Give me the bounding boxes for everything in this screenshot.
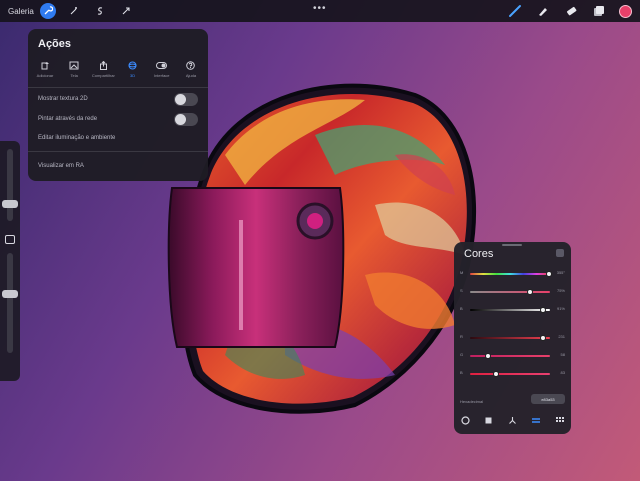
brush-size-handle[interactable]	[2, 200, 18, 208]
slider-track[interactable]	[470, 291, 550, 293]
selection-s-icon[interactable]	[92, 3, 108, 19]
paint-brush-icon[interactable]	[507, 3, 523, 19]
adjustments-wand-icon[interactable]	[66, 3, 82, 19]
slider-thumb[interactable]	[485, 353, 492, 359]
color-slider-row[interactable]: R 231	[460, 334, 565, 342]
slider-key: R	[460, 334, 463, 339]
tab-share[interactable]: Compartilhar	[90, 60, 116, 78]
slider-key: B	[460, 370, 463, 375]
divider	[28, 151, 208, 152]
tab-interface[interactable]: Interface	[149, 60, 175, 78]
3d-icon	[127, 60, 139, 70]
slider-key: G	[460, 352, 464, 357]
slider-track[interactable]	[470, 355, 550, 357]
modify-button[interactable]	[5, 235, 15, 244]
classic-icon[interactable]	[483, 414, 495, 426]
slider-thumb[interactable]	[546, 271, 553, 277]
interface-icon	[156, 60, 168, 70]
slider-key: S	[460, 288, 463, 293]
actions-title: Ações	[38, 38, 72, 50]
colors-panel: Cores M 355° S 75% B 91% R 231 G 58 B 83 Hexadecima…	[454, 242, 571, 434]
paint-through-mesh-toggle[interactable]	[174, 113, 198, 126]
toggle-knob	[175, 114, 186, 125]
slider-thumb[interactable]	[539, 307, 546, 313]
eraser-icon[interactable]	[563, 3, 579, 19]
left-sidebar	[0, 141, 20, 381]
smudge-icon[interactable]	[535, 3, 551, 19]
top-toolbar: Galeria •••	[0, 0, 640, 22]
color-slider-row[interactable]: B 83	[460, 370, 565, 378]
slider-track[interactable]	[470, 273, 550, 275]
color-slider-row[interactable]: M 355°	[460, 270, 565, 278]
add-icon	[39, 60, 51, 70]
disc-icon[interactable]	[459, 414, 471, 426]
opacity-handle[interactable]	[2, 290, 18, 298]
show-2d-texture-label: Mostrar textura 2D	[38, 96, 88, 102]
tab-add[interactable]: Adicionar	[32, 60, 58, 78]
slider-thumb[interactable]	[539, 335, 546, 341]
panel-grabber[interactable]	[502, 244, 522, 246]
slider-key: M	[460, 270, 464, 275]
canvas-icon	[68, 60, 80, 70]
hex-input[interactable]: e83a53	[531, 394, 565, 404]
show-2d-texture-toggle[interactable]	[174, 93, 198, 106]
divider	[28, 87, 208, 88]
paint-through-mesh-label: Pintar através da rede	[38, 116, 98, 122]
transform-arrow-icon[interactable]	[118, 3, 134, 19]
layers-icon[interactable]	[591, 3, 607, 19]
color-mode-tabs	[459, 414, 566, 426]
slider-track[interactable]	[470, 309, 550, 311]
slider-value: 83	[560, 370, 565, 375]
color-slider-row[interactable]: S 75%	[460, 288, 565, 296]
gallery-button[interactable]: Galeria	[8, 7, 34, 16]
view-in-ar-button[interactable]: Visualizar em RA	[38, 163, 84, 169]
slider-value: 75%	[556, 288, 565, 293]
actions-wrench-icon[interactable]	[39, 3, 56, 19]
slider-value: 355°	[556, 270, 565, 275]
slider-track[interactable]	[470, 337, 550, 339]
current-color-swatch[interactable]	[619, 4, 632, 18]
palettes-icon[interactable]	[554, 414, 566, 426]
color-slider-row[interactable]: G 58	[460, 352, 565, 360]
colors-title: Cores	[464, 248, 494, 260]
tab-help[interactable]: Ajuda	[178, 60, 204, 78]
slider-thumb[interactable]	[527, 289, 533, 295]
harmony-icon[interactable]	[507, 414, 519, 426]
slider-key: B	[460, 306, 463, 311]
helmet-3d-model[interactable]	[165, 75, 485, 420]
brush-size-slider[interactable]	[2, 149, 18, 221]
more-options-icon[interactable]: •••	[313, 3, 327, 14]
slider-track[interactable]	[470, 373, 550, 375]
close-icon[interactable]	[556, 249, 564, 257]
slider-thumb[interactable]	[493, 371, 500, 377]
value-icon[interactable]	[530, 414, 542, 426]
slider-value: 91%	[556, 306, 565, 311]
toggle-knob	[175, 94, 186, 105]
color-slider-row[interactable]: B 91%	[460, 306, 565, 314]
actions-popover: Ações Adicionar Tela Compartilhar 3D Int…	[28, 29, 208, 181]
tab-canvas[interactable]: Tela	[61, 60, 87, 78]
help-icon	[185, 60, 197, 70]
share-icon	[97, 60, 109, 70]
slider-value: 58	[560, 352, 565, 357]
actions-tabs: Adicionar Tela Compartilhar 3D Interface	[32, 60, 204, 78]
tab-3d[interactable]: 3D	[120, 60, 146, 78]
edit-lighting-button[interactable]: Editar iluminação e ambiente	[38, 135, 115, 141]
hex-label: Hexadecimal	[460, 399, 484, 404]
slider-value: 231	[558, 334, 565, 339]
opacity-slider[interactable]	[2, 253, 18, 353]
